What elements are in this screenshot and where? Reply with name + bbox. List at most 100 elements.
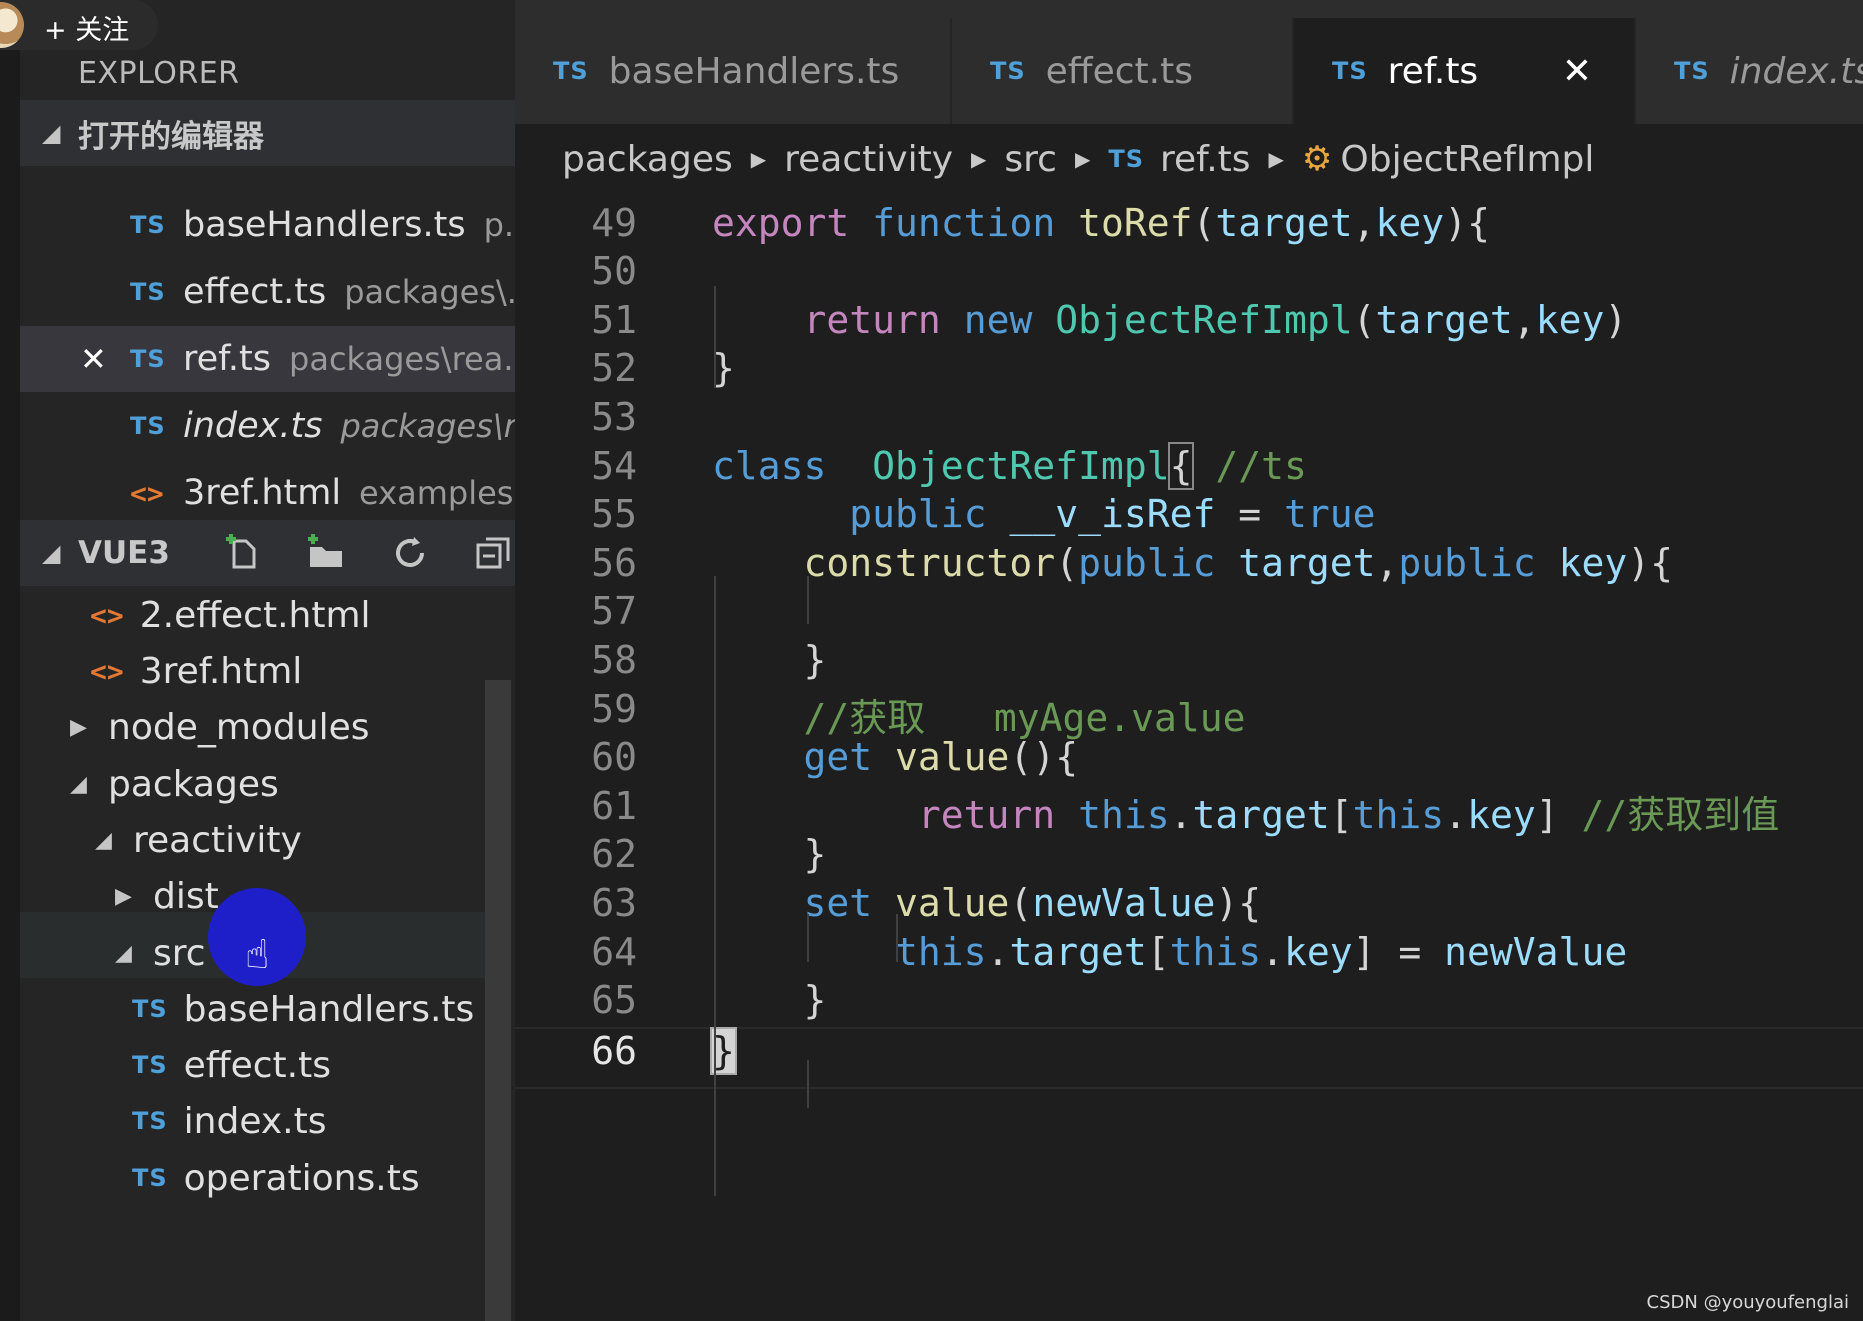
chevron-down-icon[interactable]: ◢: [115, 941, 153, 966]
tab-label: baseHandlers.ts: [608, 50, 900, 92]
chevron-down-icon[interactable]: ◢: [70, 772, 108, 797]
watermark: CSDN @youyoufenglai: [1646, 1292, 1849, 1313]
open-editor-item[interactable]: <> 3ref.html examples: [20, 460, 515, 526]
open-editor-name: baseHandlers.ts p...: [183, 205, 515, 245]
code-token: .: [1169, 792, 1193, 837]
code-token: this: [1352, 792, 1445, 837]
chevron-right-icon: ▶: [1268, 147, 1284, 171]
breadcrumb-item[interactable]: src: [1004, 139, 1057, 180]
code-token: key: [1375, 200, 1445, 245]
ts-file-icon: TS: [1108, 145, 1144, 173]
collapse-all-icon[interactable]: [472, 531, 516, 575]
ts-file-icon: TS: [132, 1051, 168, 1079]
code-token: }: [712, 638, 827, 682]
chevron-right-icon[interactable]: ▶: [115, 884, 153, 909]
code-token: target: [1009, 929, 1147, 974]
ts-file-icon: TS: [132, 1107, 168, 1135]
code-token: ,: [1375, 540, 1399, 585]
code-token: ,: [1512, 297, 1536, 342]
ts-file-icon: TS: [130, 412, 166, 440]
file-path: examples: [359, 474, 514, 512]
code-token: public: [849, 492, 987, 537]
line-number: 62: [591, 832, 637, 877]
code-token: function: [872, 200, 1056, 245]
code-token: target: [1192, 792, 1330, 837]
tab-label: index.ts: [1729, 50, 1863, 92]
code-token: key: [1284, 929, 1353, 974]
follow-button[interactable]: + 关注: [0, 0, 158, 50]
refresh-icon[interactable]: [388, 531, 432, 575]
code-token: this: [1169, 929, 1262, 974]
line-number: 53: [591, 395, 637, 439]
chevron-right-icon[interactable]: ▶: [70, 715, 108, 740]
explorer-title: EXPLORER: [78, 56, 240, 91]
code-token: key: [1467, 792, 1536, 837]
ts-file-icon: TS: [132, 995, 168, 1023]
line-number: 59: [591, 686, 637, 731]
open-editor-item[interactable]: TS effect.ts packages\...: [20, 259, 515, 325]
code-text: this.target[this.key] = newValue: [712, 930, 1627, 974]
code-token: ){: [1627, 540, 1673, 585]
breadcrumb-item[interactable]: packages: [562, 139, 733, 180]
indent-guide: [896, 914, 898, 962]
file-path: packages\rea...: [289, 340, 515, 378]
breadcrumb: packages ▶ reactivity ▶ src ▶ TS ref.ts …: [515, 124, 1863, 194]
file-path: packages\r...: [340, 407, 515, 445]
code-line[interactable]: 66}: [515, 1026, 1863, 1089]
code-token: [: [1329, 792, 1353, 837]
new-file-icon[interactable]: [220, 531, 264, 575]
close-tab-icon[interactable]: ✕: [1562, 51, 1592, 92]
code-token: //获取到值: [1581, 792, 1780, 837]
code-token: constructor: [803, 540, 1056, 585]
open-editor-item[interactable]: TS baseHandlers.ts p...: [20, 192, 515, 258]
activity-strip: [0, 0, 20, 1321]
line-number: 55: [591, 492, 637, 537]
open-editors-header[interactable]: ◢ 打开的编辑器: [20, 100, 515, 166]
line-number: 51: [591, 297, 637, 342]
code-token: (: [1192, 200, 1216, 245]
tree-item[interactable]: TS operations.ts: [132, 1145, 420, 1211]
open-editor-item[interactable]: TS index.ts packages\r...: [20, 393, 515, 459]
code-token: toRef: [1078, 200, 1193, 245]
code-token: //获取 myAge.value: [803, 695, 1246, 740]
code-token: (: [1009, 881, 1033, 925]
project-header[interactable]: ◢ VUE3: [20, 520, 515, 586]
chevron-down-icon[interactable]: ◢: [95, 828, 133, 853]
code-token: return: [917, 792, 1056, 837]
new-folder-icon[interactable]: [304, 531, 348, 575]
code-text: class ObjectRefImpl{ //ts: [712, 441, 1307, 490]
code-token: =: [1215, 492, 1284, 537]
code-token: ObjectRefImpl: [872, 443, 1170, 488]
tab-baseHandlers[interactable]: TS baseHandlers.ts: [515, 18, 950, 124]
line-number: 60: [591, 735, 637, 780]
file-path: p...: [483, 206, 515, 244]
close-icon[interactable]: ✕: [80, 340, 107, 378]
code-token: ){: [1215, 881, 1262, 925]
tab-effect[interactable]: TS effect.ts: [952, 18, 1292, 124]
code-editor[interactable]: 4849export function toRef(target,key){50…: [515, 194, 1863, 1321]
html-file-icon: <>: [90, 654, 124, 688]
tab-index[interactable]: TS index.ts: [1636, 18, 1863, 124]
tree-item-label: effect.ts: [183, 1044, 331, 1086]
tree-item-label: baseHandlers.ts: [183, 988, 475, 1030]
line-number: 61: [591, 783, 637, 828]
collapse-triangle-icon: ◢: [42, 119, 61, 147]
code-token: .: [986, 929, 1010, 974]
breadcrumb-item[interactable]: reactivity: [784, 139, 953, 180]
code-text: }: [712, 978, 827, 1022]
breadcrumb-file[interactable]: ref.ts: [1160, 139, 1251, 180]
tab-ref[interactable]: TS ref.ts ✕: [1294, 18, 1634, 124]
code-token: class: [712, 443, 827, 488]
open-editor-item[interactable]: ✕ TS ref.ts packages\rea...: [20, 326, 515, 392]
sidebar-scrollbar[interactable]: [485, 680, 511, 1321]
code-token: key: [1558, 540, 1628, 585]
ts-file-icon: TS: [1332, 57, 1368, 85]
breadcrumb-symbol[interactable]: ObjectRefImpl: [1340, 139, 1594, 180]
